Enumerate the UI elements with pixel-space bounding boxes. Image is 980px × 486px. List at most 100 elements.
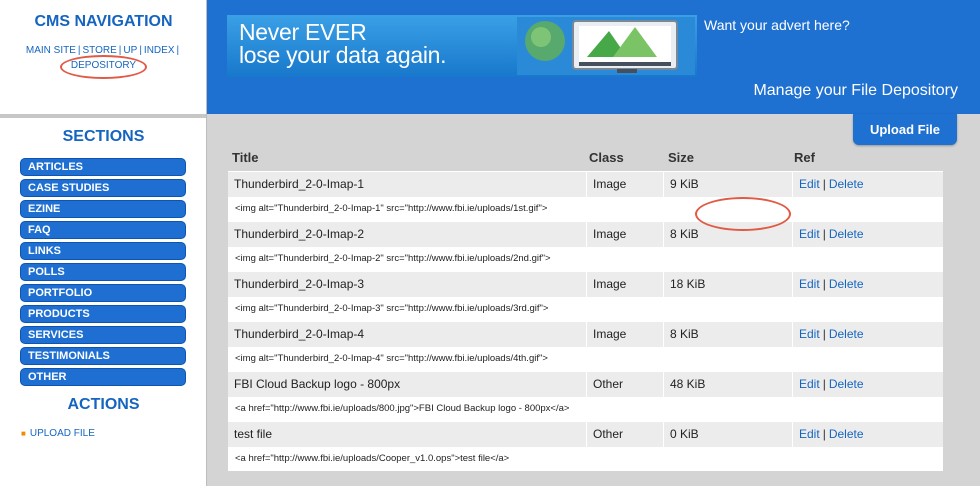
advert-cta[interactable]: Want your advert here? — [704, 17, 850, 33]
delete-link[interactable]: Delete — [829, 277, 864, 291]
file-class: Image — [586, 172, 662, 198]
file-ref: Edit | Delete — [792, 222, 943, 248]
bullet-icon: ■ — [21, 429, 26, 438]
header-banner: Never EVER lose your data again. Want yo… — [207, 0, 980, 114]
left-navigation: CMS NAVIGATION MAIN SITE | STORE | UP | INDEX |… — [0, 0, 207, 486]
page-title: Manage your File Depository — [753, 82, 958, 99]
section-button-products[interactable]: PRODUCTS — [20, 305, 186, 323]
section-button-case-studies[interactable]: CASE STUDIES — [20, 179, 186, 197]
link-separator: | — [176, 45, 180, 56]
upload-file-button[interactable]: Upload File — [853, 114, 957, 145]
section-button-services[interactable]: SERVICES — [20, 326, 186, 344]
file-ref: Edit | Delete — [792, 172, 943, 198]
embed-code[interactable]: <img alt="Thunderbird_2-0-Imap-1" src="h… — [228, 197, 943, 221]
file-title: Thunderbird_2-0-Imap-1 — [234, 177, 365, 191]
table-row: test file Other 0 KiB Edit | Delete <a href="h… — [228, 421, 943, 471]
main-site-link[interactable]: MAIN SITE — [26, 45, 76, 56]
edit-link[interactable]: Edit — [799, 327, 820, 341]
section-list: ARTICLES CASE STUDIES EZINE FAQ LINKS POLLS PO… — [20, 158, 186, 389]
section-button-faq[interactable]: FAQ — [20, 221, 186, 239]
file-title: test file — [234, 427, 273, 441]
ref-separator: | — [822, 177, 826, 191]
column-header-ref: Ref — [794, 150, 815, 165]
delete-link[interactable]: Delete — [829, 327, 864, 341]
embed-code[interactable]: <img alt="Thunderbird_2-0-Imap-4" src="h… — [228, 347, 943, 371]
index-link[interactable]: INDEX — [144, 45, 175, 56]
file-class: Image — [586, 322, 662, 348]
upload-file-action[interactable]: ■ UPLOAD FILE — [21, 428, 95, 439]
file-row: Thunderbird_2-0-Imap-3 Image 18 KiB Edit | De… — [228, 271, 943, 298]
embed-code[interactable]: <img alt="Thunderbird_2-0-Imap-2" src="h… — [228, 247, 943, 271]
upload-file-label: UPLOAD FILE — [29, 428, 95, 439]
table-body: Thunderbird_2-0-Imap-1 Image 9 KiB Edit | Del… — [228, 171, 943, 471]
cms-navigation-title: CMS NAVIGATION — [34, 13, 173, 30]
divider — [0, 114, 207, 118]
file-class: Image — [586, 272, 662, 298]
advert-banner[interactable]: Never EVER lose your data again. — [227, 15, 697, 77]
sections-title: SECTIONS — [62, 128, 145, 145]
file-size: 9 KiB — [663, 172, 791, 198]
actions-title: ACTIONS — [67, 396, 140, 413]
section-button-portfolio[interactable]: PORTFOLIO — [20, 284, 186, 302]
up-link[interactable]: UP — [123, 45, 137, 56]
table-row: Thunderbird_2-0-Imap-1 Image 9 KiB Edit | Del… — [228, 171, 943, 221]
delete-link[interactable]: Delete — [829, 227, 864, 241]
table-row: FBI Cloud Backup logo - 800px Other 48 KiB… — [228, 371, 943, 421]
file-row: FBI Cloud Backup logo - 800px Other 48 KiB… — [228, 371, 943, 398]
depository-link[interactable]: DEPOSITORY — [0, 60, 207, 71]
delete-link[interactable]: Delete — [829, 377, 864, 391]
file-row: test file Other 0 KiB Edit | Delete — [228, 421, 943, 448]
file-ref: Edit | Delete — [792, 422, 943, 448]
link-separator: | — [118, 45, 122, 56]
column-header-size: Size — [668, 150, 695, 165]
file-size: 0 KiB — [663, 422, 791, 448]
edit-link[interactable]: Edit — [799, 427, 820, 441]
file-class: Other — [586, 422, 662, 448]
ref-separator: | — [822, 427, 826, 441]
section-button-ezine[interactable]: EZINE — [20, 200, 186, 218]
file-title: Thunderbird_2-0-Imap-4 — [234, 327, 365, 341]
file-title: Thunderbird_2-0-Imap-2 — [234, 227, 365, 241]
delete-link[interactable]: Delete — [829, 177, 864, 191]
link-separator: | — [77, 45, 81, 56]
table-row: Thunderbird_2-0-Imap-3 Image 18 KiB Edit | De… — [228, 271, 943, 321]
file-ref: Edit | Delete — [792, 372, 943, 398]
embed-code[interactable]: <a href="http://www.fbi.ie/uploads/800.j… — [228, 397, 943, 421]
ref-separator: | — [822, 377, 826, 391]
link-separator: | — [139, 45, 142, 56]
section-button-articles[interactable]: ARTICLES — [20, 158, 186, 176]
file-table: Title Class Size Ref Thunderbird_2-0-Ima… — [228, 145, 943, 471]
main-content: Never EVER lose your data again. Want yo… — [207, 0, 980, 486]
cms-links: MAIN SITE | STORE | UP | INDEX | — [0, 44, 207, 58]
table-row: Thunderbird_2-0-Imap-4 Image 8 KiB Edit | Del… — [228, 321, 943, 371]
table-row: Thunderbird_2-0-Imap-2 Image 8 KiB Edit | Del… — [228, 221, 943, 271]
ref-separator: | — [822, 277, 826, 291]
file-size: 8 KiB — [663, 222, 791, 248]
file-row: Thunderbird_2-0-Imap-2 Image 8 KiB Edit | Del… — [228, 221, 943, 248]
column-header-title: Title — [232, 150, 259, 165]
file-class: Other — [586, 372, 662, 398]
edit-link[interactable]: Edit — [799, 377, 820, 391]
store-link[interactable]: STORE — [83, 45, 117, 56]
file-title: Thunderbird_2-0-Imap-3 — [234, 277, 365, 291]
advert-headline: Never EVER — [239, 19, 367, 45]
delete-link[interactable]: Delete — [829, 427, 864, 441]
section-button-testimonials[interactable]: TESTIMONIALS — [20, 347, 186, 365]
edit-link[interactable]: Edit — [799, 177, 820, 191]
file-title: FBI Cloud Backup logo - 800px — [234, 377, 401, 391]
section-button-links[interactable]: LINKS — [20, 242, 186, 260]
advert-subline: lose your data again. — [239, 42, 447, 68]
file-row: Thunderbird_2-0-Imap-4 Image 8 KiB Edit | Del… — [228, 321, 943, 348]
file-size: 18 KiB — [663, 272, 791, 298]
file-size: 8 KiB — [663, 322, 791, 348]
ref-separator: | — [822, 227, 826, 241]
file-size: 48 KiB — [663, 372, 791, 398]
embed-code[interactable]: <img alt="Thunderbird_2-0-Imap-3" src="h… — [228, 297, 943, 321]
file-ref: Edit | Delete — [792, 322, 943, 348]
section-button-other[interactable]: OTHER — [20, 368, 186, 386]
embed-code[interactable]: <a href="http://www.fbi.ie/uploads/Coope… — [228, 447, 943, 471]
ref-separator: | — [822, 327, 826, 341]
section-button-polls[interactable]: POLLS — [20, 263, 186, 281]
edit-link[interactable]: Edit — [799, 227, 820, 241]
edit-link[interactable]: Edit — [799, 277, 820, 291]
